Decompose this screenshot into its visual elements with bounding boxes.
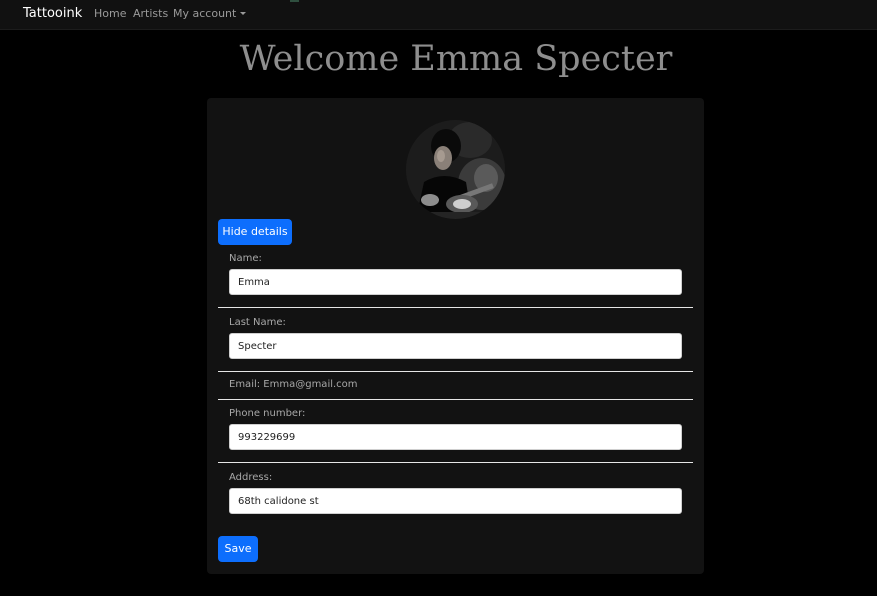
avatar (406, 120, 505, 219)
caret-down-icon (240, 12, 247, 15)
last-name-label: Last Name: (229, 317, 286, 328)
phone-label: Phone number: (229, 408, 306, 419)
address-field[interactable] (229, 488, 682, 514)
page-title: Welcome Emma Specter (239, 39, 673, 79)
divider (218, 307, 693, 308)
divider (218, 462, 693, 463)
divider (218, 399, 693, 400)
hide-details-button[interactable]: Hide details (218, 219, 292, 245)
profile-card: Hide details Name: Last Name: Email: Emm… (207, 98, 704, 574)
nav-artists-link[interactable]: Artists (133, 6, 168, 21)
profile-photo (406, 120, 505, 219)
address-label: Address: (229, 472, 273, 483)
nav-home-link[interactable]: Home (94, 6, 126, 21)
email-text: Email: Emma@gmail.com (229, 379, 358, 390)
nav-my-account-dropdown[interactable]: My account (173, 6, 247, 21)
save-button[interactable]: Save (218, 536, 258, 562)
phone-field[interactable] (229, 424, 682, 450)
my-account-label: My account (173, 7, 237, 20)
divider (218, 371, 693, 372)
navbar-accent-mark (290, 0, 299, 2)
top-navbar: Tattooink Home Artists My account (0, 0, 877, 30)
last-name-field[interactable] (229, 333, 682, 359)
brand-link[interactable]: Tattooink (23, 5, 82, 22)
name-field[interactable] (229, 269, 682, 295)
name-label: Name: (229, 253, 262, 264)
